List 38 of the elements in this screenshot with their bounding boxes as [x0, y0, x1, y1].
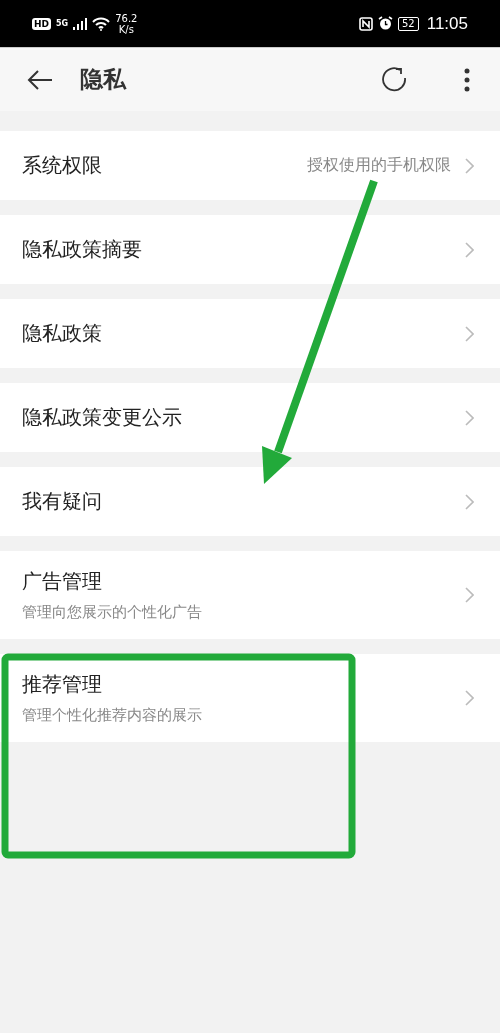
row-title: 隐私政策变更公示: [22, 404, 183, 431]
row-subtitle: 管理个性化推荐内容的展示: [22, 706, 203, 725]
settings-row[interactable]: 广告管理 管理向您展示的个性化广告: [0, 551, 500, 639]
settings-row[interactable]: 系统权限 授权使用的手机权限: [0, 131, 500, 200]
nfc-icon: [359, 16, 373, 31]
row-subtitle: 管理向您展示的个性化广告: [22, 603, 203, 622]
row-title: 广告管理: [22, 568, 103, 595]
settings-row[interactable]: 我有疑问: [0, 467, 500, 536]
signal-icon: [73, 17, 88, 30]
settings-row[interactable]: 隐私政策: [0, 299, 500, 368]
chevron-icon: [465, 325, 474, 342]
alarm-icon: [378, 16, 393, 31]
row-title: 隐私政策: [22, 320, 103, 347]
refresh-icon[interactable]: [381, 65, 409, 94]
more-icon[interactable]: [464, 67, 470, 92]
wifi-icon: [92, 16, 111, 31]
settings-row[interactable]: 隐私政策摘要: [0, 215, 500, 284]
chevron-icon: [465, 241, 474, 258]
chevron-icon: [465, 690, 474, 706]
battery-icon: 52: [398, 16, 419, 31]
chevron-icon: [465, 409, 474, 426]
settings-row[interactable]: 推荐管理 管理个性化推荐内容的展示: [0, 654, 500, 742]
row-detail: 授权使用的手机权限: [307, 155, 451, 176]
clock-time: 11:05: [426, 13, 468, 34]
row-title: 推荐管理: [22, 671, 103, 698]
settings-row[interactable]: 隐私政策变更公示: [0, 383, 500, 452]
network-label: 5G: [56, 19, 69, 28]
chevron-icon: [465, 157, 474, 174]
row-title: 我有疑问: [22, 488, 103, 515]
row-title: 系统权限: [22, 152, 103, 179]
chevron-icon: [465, 493, 474, 510]
hd-badge: HD: [32, 17, 51, 30]
speed-unit: K/s: [118, 23, 134, 35]
speed-value: 76.2: [115, 12, 138, 24]
back-arrow-icon[interactable]: [27, 69, 53, 90]
page-title: 隐私: [80, 65, 126, 94]
chevron-icon: [465, 587, 474, 603]
row-title: 隐私政策摘要: [22, 236, 143, 263]
